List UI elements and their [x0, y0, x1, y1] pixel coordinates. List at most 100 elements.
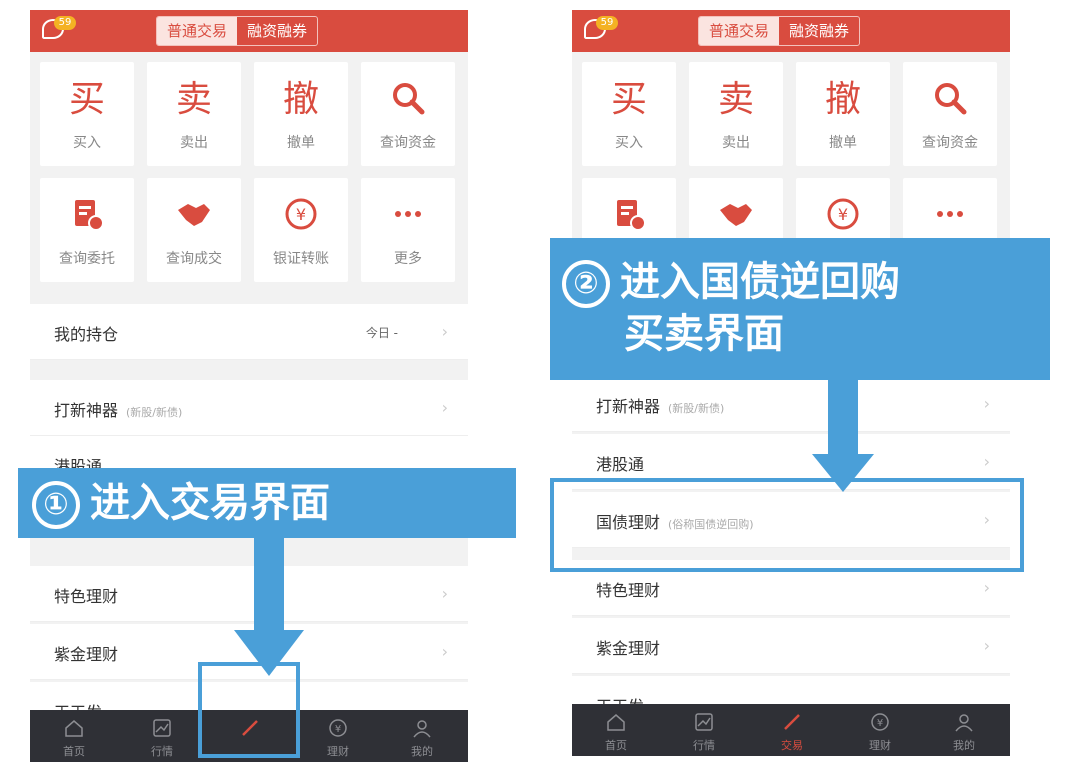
tab-margin-trade[interactable]: 融资融券 — [237, 17, 317, 45]
nav-market-label: 行情 — [151, 745, 173, 758]
buy-button[interactable]: 买 买入 — [582, 62, 676, 166]
nav-market[interactable]: 行情 — [122, 710, 202, 762]
sell-label: 卖出 — [722, 135, 750, 151]
gold-title: 紫金理财 — [596, 639, 661, 658]
chevron-right-icon: › — [983, 636, 990, 655]
holdings-title: 我的持仓 — [54, 325, 119, 344]
query-funds-button[interactable]: 查询资金 — [361, 62, 455, 166]
more-icon — [395, 211, 421, 217]
step2-number: ② — [562, 260, 610, 308]
step1-highlight-box — [198, 662, 300, 758]
step2-text-line1: 进入国债逆回购 — [620, 259, 900, 305]
buy-label: 买入 — [73, 135, 101, 151]
nav-home-label: 首页 — [63, 745, 85, 758]
yen-transfer-icon: ¥ — [285, 198, 317, 230]
cancel-order-label: 撤单 — [829, 135, 857, 151]
nav-market-label: 行情 — [693, 739, 715, 752]
tab-margin-trade[interactable]: 融资融券 — [779, 17, 859, 45]
tab-normal-trade[interactable]: 普通交易 — [699, 17, 780, 45]
chevron-right-icon: › — [441, 398, 448, 417]
special-title: 特色理财 — [596, 581, 661, 600]
step2-highlight-box — [550, 478, 1024, 572]
handshake-icon — [178, 204, 210, 226]
ipo-title: 打新神器 — [54, 401, 119, 420]
yen-transfer-icon: ¥ — [827, 198, 859, 230]
search-icon — [935, 83, 967, 115]
step2-banner: ② 进入国债逆回购 买卖界面 — [550, 238, 1050, 380]
trade-mode-tabs: 普通交易 融资融券 — [698, 16, 861, 46]
query-deals-button[interactable]: 查询成交 — [147, 178, 241, 282]
chevron-right-icon: › — [983, 452, 990, 471]
query-orders-label: 查询委托 — [59, 251, 115, 267]
home-icon — [65, 720, 83, 737]
bottom-nav: 首页 行情 交易 ¥ 理财 我的 — [572, 704, 1010, 756]
buy-button[interactable]: 买 买入 — [40, 62, 134, 166]
query-funds-button[interactable]: 查询资金 — [903, 62, 997, 166]
bank-transfer-button[interactable]: ¥ 银证转账 — [254, 178, 348, 282]
list-item-gold[interactable]: 紫金理财 › — [572, 618, 1010, 674]
chevron-right-icon: › — [441, 584, 448, 603]
nav-mine-label: 我的 — [953, 739, 975, 752]
document-clock-icon — [617, 200, 646, 231]
nav-home[interactable]: 首页 — [576, 704, 656, 756]
cancel-order-button[interactable]: 撤 撤单 — [254, 62, 348, 166]
step2-arrow-icon — [812, 378, 874, 492]
nav-mine-label: 我的 — [411, 745, 433, 758]
query-orders-button[interactable]: 查询委托 — [40, 178, 134, 282]
cancel-order-label: 撤单 — [287, 135, 315, 151]
list-item-ipo[interactable]: 打新神器 (新股/新债) › — [572, 376, 1010, 432]
yen-icon: ¥ — [329, 719, 347, 737]
sell-button[interactable]: 卖 卖出 — [689, 62, 783, 166]
list-item-ipo[interactable]: 打新神器 (新股/新债) › — [30, 380, 468, 436]
tab-normal-trade[interactable]: 普通交易 — [157, 17, 238, 45]
step1-banner: ① 进入交易界面 — [18, 468, 516, 538]
svg-text:¥: ¥ — [877, 718, 883, 729]
list-item-holdings[interactable]: 我的持仓 今日 - › — [30, 304, 468, 360]
nav-market[interactable]: 行情 — [664, 704, 744, 756]
gold-title: 紫金理财 — [54, 645, 119, 664]
search-icon — [393, 83, 425, 115]
user-icon — [413, 720, 431, 738]
svg-text:¥: ¥ — [296, 205, 306, 224]
nav-trade-label: 交易 — [781, 739, 803, 752]
nav-mine[interactable]: 我的 — [382, 710, 462, 762]
sell-glyph-icon: 卖 — [175, 79, 212, 120]
nav-finance[interactable]: ¥ 理财 — [840, 704, 920, 756]
step2-text-line2: 买卖界面 — [624, 311, 784, 357]
sell-glyph-icon: 卖 — [717, 79, 754, 120]
step1-arrow-icon — [234, 538, 304, 676]
svg-text:¥: ¥ — [335, 724, 341, 735]
sell-button[interactable]: 卖 卖出 — [147, 62, 241, 166]
home-icon — [607, 714, 625, 731]
app-header: 59 普通交易 融资融券 — [30, 10, 468, 52]
app-header: 59 普通交易 融资融券 — [572, 10, 1010, 52]
nav-finance-label: 理财 — [327, 745, 349, 758]
step1-text: 进入交易界面 — [90, 480, 330, 526]
trade-mode-tabs: 普通交易 融资融券 — [156, 16, 319, 46]
special-title: 特色理财 — [54, 587, 119, 606]
yen-icon: ¥ — [871, 713, 889, 731]
trade-icon — [784, 714, 800, 730]
nav-trade[interactable]: 交易 — [752, 704, 832, 756]
ipo-subtitle: (新股/新债) — [668, 402, 725, 415]
nav-home[interactable]: 首页 — [34, 710, 114, 762]
hk-connect-title: 港股通 — [596, 455, 645, 474]
user-icon — [955, 714, 973, 732]
chevron-right-icon: › — [441, 642, 448, 661]
sell-label: 卖出 — [180, 135, 208, 151]
chart-icon — [695, 713, 713, 731]
holdings-today: 今日 - — [365, 326, 398, 340]
nav-finance[interactable]: ¥ 理财 — [298, 710, 378, 762]
cancel-order-button[interactable]: 撤 撤单 — [796, 62, 890, 166]
more-icon — [937, 211, 963, 217]
more-button[interactable]: 更多 — [361, 178, 455, 282]
phone-screen-right: 59 普通交易 融资融券 买 买入 卖 卖出 撤 撤单 查询资金 ¥ 打新神器 … — [572, 10, 1010, 756]
chart-icon — [153, 719, 171, 737]
query-funds-label: 查询资金 — [922, 135, 978, 151]
query-deals-label: 查询成交 — [166, 251, 222, 267]
nav-mine[interactable]: 我的 — [924, 704, 1004, 756]
chevron-right-icon: › — [441, 322, 448, 341]
cancel-glyph-icon: 撤 — [282, 79, 319, 120]
handshake-icon — [720, 204, 752, 226]
ipo-subtitle: (新股/新债) — [126, 406, 183, 419]
